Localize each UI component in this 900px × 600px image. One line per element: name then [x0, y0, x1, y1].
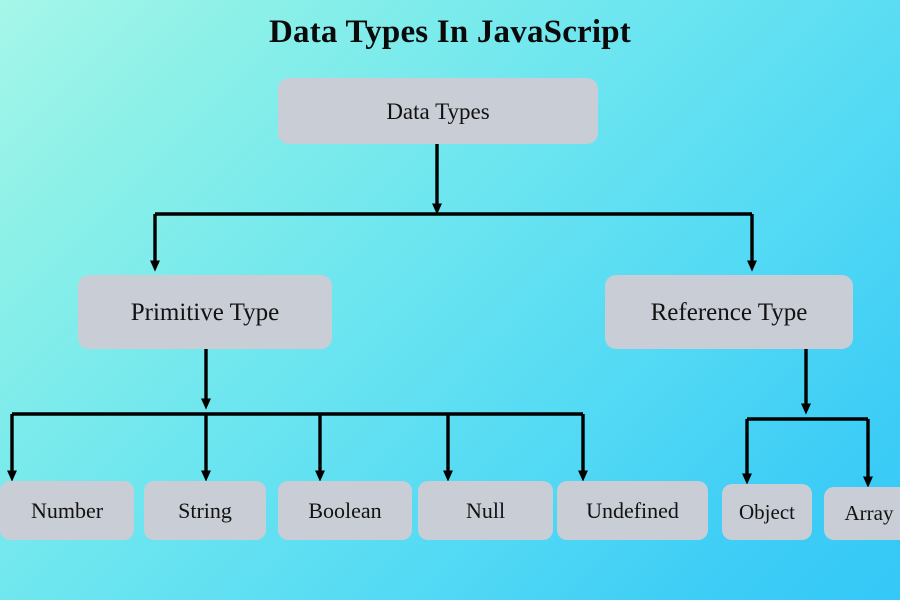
- diagram-canvas: Data Types In JavaScript Data Types Prim…: [0, 0, 900, 600]
- node-label: Null: [465, 497, 506, 523]
- node-label: Undefined: [586, 497, 679, 523]
- node-label: Reference Type: [650, 298, 808, 326]
- node-label: Number: [30, 497, 104, 523]
- node-reference-type[interactable]: Reference Type: [605, 275, 853, 349]
- node-primitive-type[interactable]: Primitive Type: [78, 275, 332, 349]
- node-object[interactable]: Object: [722, 484, 812, 540]
- node-null[interactable]: Null: [418, 481, 553, 540]
- node-number[interactable]: Number: [0, 481, 134, 540]
- node-data-types[interactable]: Data Types: [278, 78, 598, 144]
- node-boolean[interactable]: Boolean: [278, 481, 412, 540]
- node-label: Boolean: [308, 497, 382, 523]
- node-string[interactable]: String: [144, 481, 266, 540]
- page-title: Data Types In JavaScript: [268, 14, 632, 50]
- node-label: String: [178, 497, 232, 523]
- node-array[interactable]: Array: [824, 487, 900, 540]
- node-label: Object: [739, 499, 795, 524]
- node-label: Array: [844, 501, 894, 525]
- node-undefined[interactable]: Undefined: [557, 481, 708, 540]
- node-label: Data Types: [386, 98, 490, 124]
- node-label: Primitive Type: [130, 298, 280, 326]
